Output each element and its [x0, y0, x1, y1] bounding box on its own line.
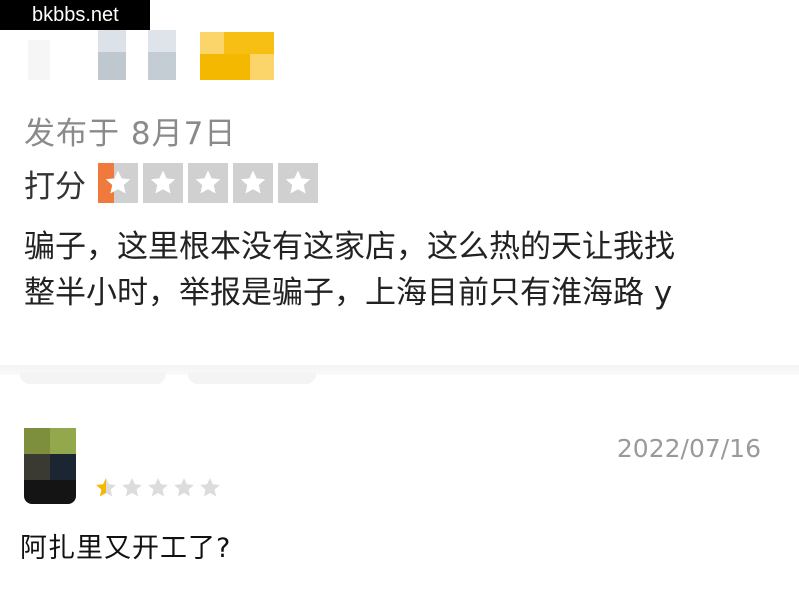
star-icon	[143, 163, 183, 203]
star-rating	[98, 163, 318, 203]
star-icon	[146, 476, 170, 500]
star-icon	[198, 476, 222, 500]
star-icon	[94, 476, 118, 500]
review-comment: 阿扎里又开工了?	[20, 533, 232, 564]
star-icon	[172, 476, 196, 500]
review-text: 骗子，这里根本没有这家店，这么热的天让我找 整半小时，举报是骗子，上海目前只有淮…	[24, 224, 799, 316]
star-icon	[120, 476, 144, 500]
star-icon	[233, 163, 273, 203]
rating-row: 打分	[24, 160, 318, 206]
review-text-line: 骗子，这里根本没有这家店，这么热的天让我找	[24, 229, 675, 265]
avatar[interactable]	[24, 428, 76, 504]
review-date: 2022/07/16	[616, 434, 761, 463]
star-rating-small	[94, 476, 222, 500]
rating-label: 打分	[24, 168, 86, 205]
star-icon	[278, 163, 318, 203]
action-pill[interactable]	[20, 372, 166, 384]
review-text-line: 整半小时，举报是骗子，上海目前只有淮海路 y	[24, 275, 673, 311]
publish-date: 发布于 8月7日	[24, 116, 237, 152]
action-pill[interactable]	[188, 372, 316, 384]
star-icon	[188, 163, 228, 203]
review-card-1: 发布于 8月7日 打分 骗子，这里根本没有这家店，这么热的天让我找 整半小时，举…	[0, 0, 799, 370]
star-icon	[98, 163, 138, 203]
